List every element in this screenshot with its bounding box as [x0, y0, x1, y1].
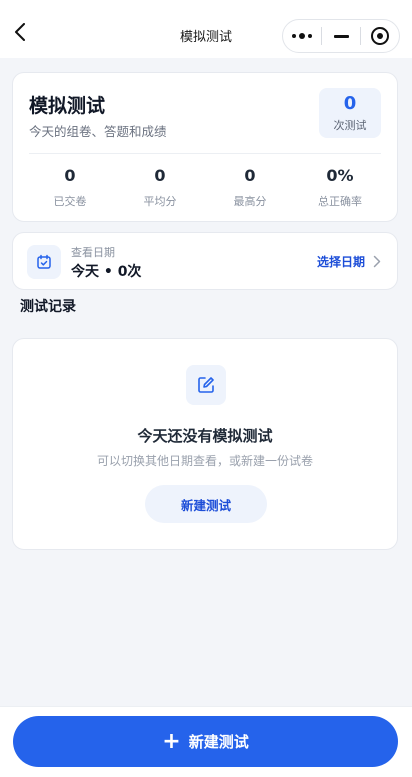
new-test-label: 新建测试 [188, 733, 249, 751]
new-test-button[interactable]: + 新建测试 [13, 716, 398, 767]
nav-bar: 模拟测试 [0, 0, 412, 58]
summary-title: 模拟测试 [29, 95, 106, 117]
stat-value: 0 [154, 166, 166, 185]
close-button[interactable] [361, 20, 399, 52]
empty-title: 今天还没有模拟测试 [137, 427, 273, 445]
stat-label: 平均分 [143, 195, 177, 208]
stat-accuracy: 0% 总正确率 [295, 165, 385, 209]
back-button[interactable] [10, 22, 30, 42]
stat-value: 0% [326, 166, 354, 185]
stat-label: 已交卷 [53, 195, 87, 208]
calendar-icon-box [27, 245, 61, 279]
bottom-action-bar: + 新建测试 [0, 706, 412, 777]
stat-highest: 0 最高分 [205, 165, 295, 209]
stat-value: 0 [64, 166, 76, 185]
stat-label: 最高分 [233, 195, 267, 208]
records-section-title: 测试记录 [20, 299, 76, 315]
chevron-left-icon [15, 23, 25, 41]
new-test-button-secondary[interactable]: 新建测试 [145, 485, 267, 523]
minimize-button[interactable] [322, 20, 360, 52]
stat-value: 0 [244, 166, 256, 185]
select-date-button[interactable]: 选择日期 [317, 253, 381, 270]
page-title: 模拟测试 [179, 29, 232, 45]
mini-program-capsule [282, 19, 400, 53]
date-selector-card[interactable]: 查看日期 今天 • 0次 选择日期 [12, 232, 398, 290]
test-count-label: 次测试 [333, 119, 367, 132]
summary-divider [29, 153, 381, 154]
stat-label: 总正确率 [318, 195, 362, 208]
select-date-label: 选择日期 [316, 255, 365, 269]
more-icon [292, 33, 312, 39]
edit-icon [198, 377, 214, 393]
test-count-value: 0 [343, 93, 357, 114]
minimize-icon [333, 34, 349, 38]
empty-icon-box [186, 365, 226, 405]
summary-subtitle: 今天的组卷、答题和成绩 [29, 124, 167, 139]
test-count-badge: 0 次测试 [319, 88, 381, 138]
stats-row: 0 已交卷 0 平均分 0 最高分 0% 总正确率 [25, 165, 385, 209]
stat-submitted: 0 已交卷 [25, 165, 115, 209]
empty-state-card: 今天还没有模拟测试 可以切换其他日期查看，或新建一份试卷 新建测试 [12, 338, 398, 550]
date-label: 查看日期 [71, 246, 115, 259]
more-button[interactable] [283, 20, 321, 52]
target-icon [371, 27, 389, 45]
date-value: 今天 • 0次 [71, 264, 142, 280]
chevron-right-icon [373, 255, 381, 268]
empty-subtitle: 可以切换其他日期查看，或新建一份试卷 [96, 454, 313, 468]
stat-average: 0 平均分 [115, 165, 205, 209]
calendar-check-icon [37, 254, 51, 269]
plus-icon: + [162, 728, 181, 754]
summary-card: 模拟测试 今天的组卷、答题和成绩 0 次测试 0 已交卷 0 平均分 0 最高分… [12, 72, 398, 222]
